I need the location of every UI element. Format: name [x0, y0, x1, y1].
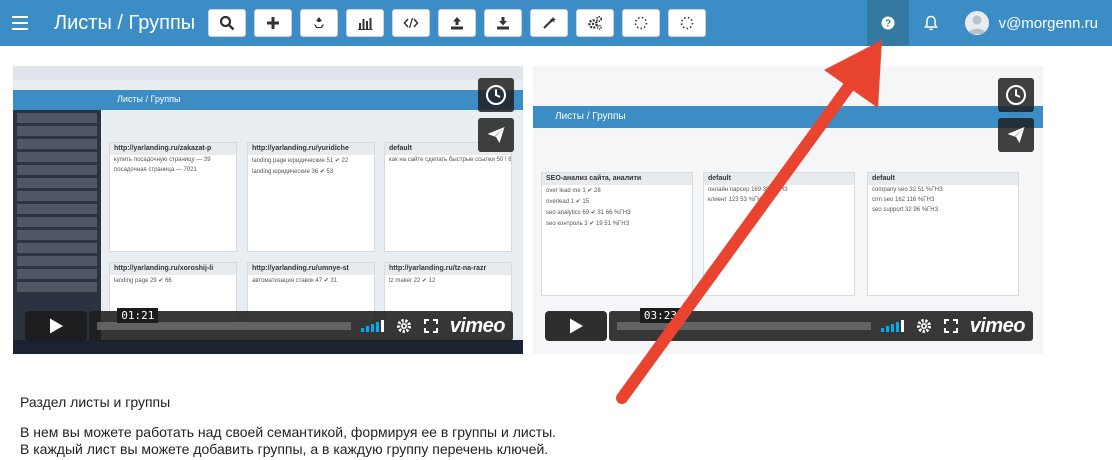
user-silhouette-icon [967, 15, 986, 34]
progress-area: 01:21 vimeo [89, 308, 513, 341]
recycle-icon [314, 17, 324, 28]
search-icon [219, 15, 235, 31]
spinner-icon [680, 16, 694, 30]
video-controls: 03:23 vimeo [545, 308, 1033, 341]
mini-card: default company seo 32 51 %ГНЗ crm seo 1… [867, 172, 1019, 296]
share-button[interactable] [998, 118, 1034, 152]
add-button[interactable] [254, 9, 292, 37]
timecode: 03:23 [639, 308, 681, 323]
section-paragraph-2: В каждый лист вы можете добавить группы,… [20, 441, 549, 457]
mini-card: http://yarlanding.ru/yuridiche landing p… [247, 142, 375, 252]
avatar [964, 11, 989, 35]
taskbar [13, 340, 523, 354]
bar-chart-icon [358, 18, 373, 30]
browser-chrome [13, 66, 523, 80]
spinner-icon [634, 16, 648, 30]
clock-icon [1006, 85, 1026, 105]
watch-later-button[interactable] [478, 78, 514, 112]
mini-card: SEO-анализ сайта, аналити over lead me 1… [541, 172, 693, 296]
section-paragraph-1: В нем вы можете работать над своей семан… [20, 424, 557, 440]
mini-app-header [13, 90, 523, 110]
progress-bar[interactable]: 01:21 [97, 308, 351, 330]
loading-button-1[interactable] [622, 9, 660, 37]
stats-button[interactable] [346, 9, 384, 37]
bell-icon [923, 15, 938, 31]
mini-sidebar [13, 110, 101, 340]
watch-later-button[interactable] [998, 78, 1034, 112]
help-button[interactable]: ? [866, 0, 909, 46]
code-button[interactable] [392, 9, 430, 37]
page-title: Листы / Группы [54, 11, 196, 34]
settings-control[interactable] [396, 318, 412, 334]
mini-app-title: Листы / Группы [117, 94, 181, 104]
fullscreen-control[interactable] [423, 319, 438, 333]
user-email: v@morgenn.ru [998, 14, 1098, 32]
fullscreen-icon [943, 319, 958, 333]
svg-text:?: ? [885, 19, 891, 30]
progress-bar[interactable]: 03:23 [617, 308, 871, 330]
play-icon [50, 318, 63, 334]
fullscreen-control[interactable] [943, 319, 958, 333]
play-button[interactable] [545, 311, 607, 341]
toolbar [208, 9, 714, 37]
mini-card: default онлайн парсер 169 35 %ГНЗ клиент… [703, 172, 855, 296]
play-button[interactable] [25, 311, 87, 341]
vimeo-logo[interactable]: vimeo [450, 315, 506, 338]
top-right-area: ? v@morgenn.ru [866, 0, 1112, 46]
section-heading: Раздел листы и группы [20, 394, 171, 410]
cogs-icon [588, 15, 603, 30]
question-circle-icon: ? [881, 16, 895, 30]
share-button[interactable] [478, 118, 514, 152]
magic-button[interactable] [530, 9, 568, 37]
video-controls: 01:21 vimeo [25, 308, 513, 341]
progress-area: 03:23 vimeo [609, 308, 1033, 341]
play-icon [570, 318, 583, 334]
video-player-2[interactable]: Листы / Группы SEO-анализ сайта, аналити… [533, 66, 1043, 354]
gear-icon [916, 318, 931, 334]
magic-wand-icon [543, 16, 556, 29]
mini-card: http://yarlanding.ru/zakazat-p купить по… [109, 142, 237, 252]
mini-card: default как на сайте сделать быстрые ссы… [384, 142, 512, 252]
menu-toggle-button[interactable] [0, 0, 40, 46]
gear-icon [396, 318, 411, 334]
video-player-1[interactable]: Листы / Группы http://yarlanding.ru/zaka… [13, 66, 523, 354]
timecode: 01:21 [117, 308, 159, 323]
plus-icon [267, 17, 279, 29]
download-button[interactable] [484, 9, 522, 37]
upload-button[interactable] [438, 9, 476, 37]
settings-button[interactable] [576, 9, 614, 37]
hamburger-icon [12, 16, 28, 30]
volume-control[interactable] [360, 320, 384, 332]
recycle-button[interactable] [300, 9, 338, 37]
search-button[interactable] [208, 9, 246, 37]
user-menu[interactable]: v@morgenn.ru [953, 0, 1112, 46]
fullscreen-icon [423, 319, 438, 333]
code-icon [403, 17, 419, 29]
upload-icon [451, 17, 463, 30]
volume-control[interactable] [880, 320, 904, 332]
top-navbar: Листы / Группы ? v@morgenn.ru [0, 0, 1112, 46]
loading-button-2[interactable] [668, 9, 706, 37]
settings-control[interactable] [916, 318, 932, 334]
download-icon [497, 17, 509, 30]
paper-plane-icon [1007, 127, 1025, 143]
clock-icon [486, 85, 506, 105]
paper-plane-icon [487, 127, 505, 143]
notifications-button[interactable] [909, 0, 953, 46]
mini-app-title: Листы / Группы [555, 111, 626, 122]
vimeo-logo[interactable]: vimeo [970, 315, 1026, 338]
